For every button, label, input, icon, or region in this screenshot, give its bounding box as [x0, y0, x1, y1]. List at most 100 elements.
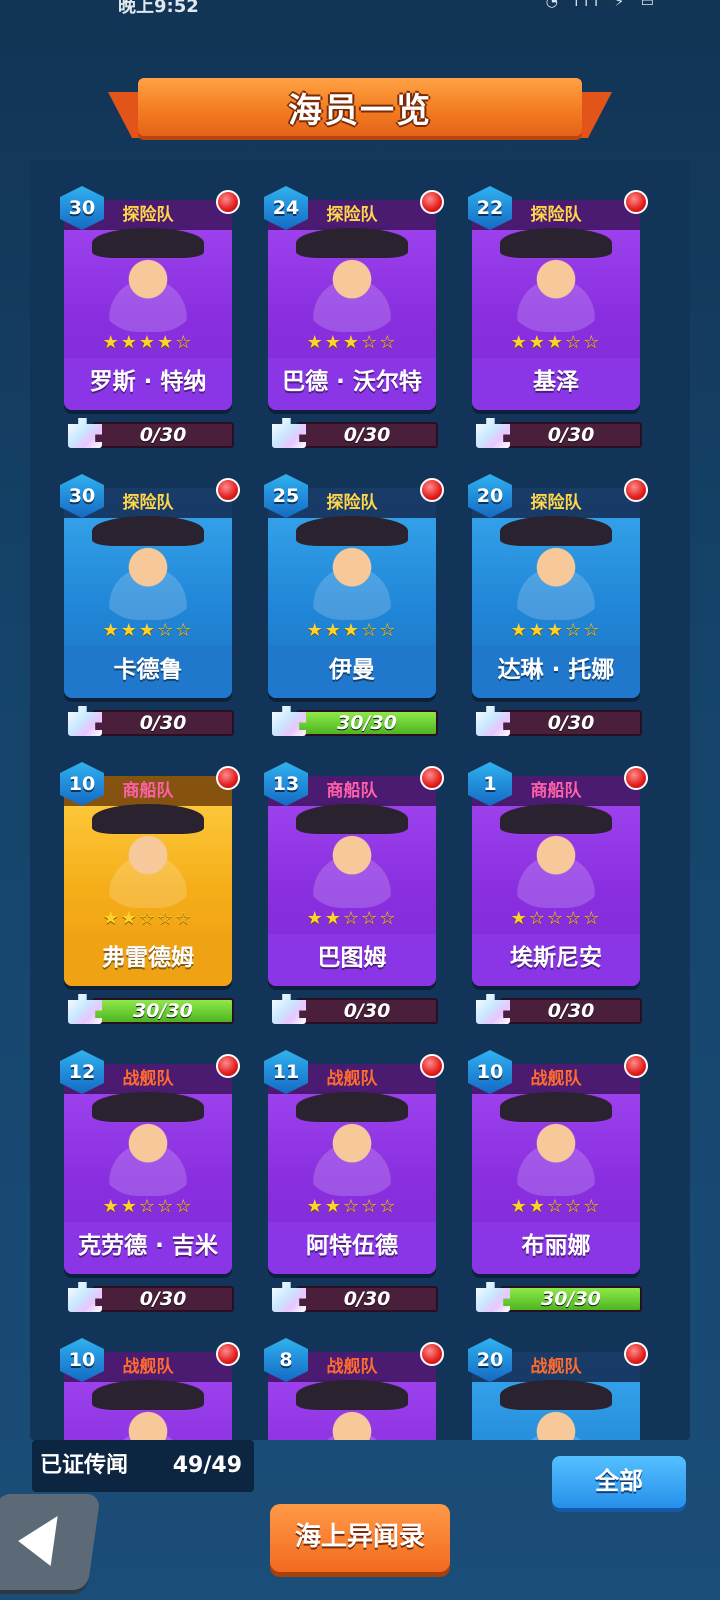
name-bar: 罗斯 · 特纳	[64, 358, 232, 410]
crew-card[interactable]: 探险队 ★★★☆☆ 达琳 · 托娜 20 0/30	[468, 474, 648, 736]
crew-hat	[92, 228, 204, 258]
progress-bar: 0/30	[92, 1286, 234, 1312]
star-rating: ★★★☆☆	[102, 620, 194, 641]
star-rating: ★★★☆☆	[306, 620, 398, 641]
notification-dot-icon	[420, 190, 444, 214]
crew-name: 布丽娜	[521, 1233, 591, 1259]
star-rating: ★★☆☆☆	[306, 1196, 398, 1217]
crew-card[interactable]: 战舰队 10	[60, 1338, 240, 1440]
crew-list-panel[interactable]: 探险队 ★★★★☆ 罗斯 · 特纳 30 0/30 探险队 ★★★☆☆ 巴德 · 沃尔特 24 0…	[30, 160, 690, 1440]
crew-hat	[500, 228, 612, 258]
progress-count: 0/30	[343, 1288, 391, 1310]
progress-bar: 0/30	[296, 422, 438, 448]
crew-name: 埃斯尼安	[510, 945, 602, 971]
star-rating: ★★★☆☆	[510, 620, 602, 641]
notification-dot-icon	[216, 478, 240, 502]
fragment-progress: 0/30	[68, 418, 234, 448]
crew-card[interactable]: 战舰队 ★★☆☆☆ 阿特伍德 11 0/30	[264, 1050, 444, 1312]
progress-bar: 0/30	[296, 998, 438, 1024]
crew-card[interactable]: 战舰队 ★★☆☆☆ 克劳德 · 吉米 12 0/30	[60, 1050, 240, 1312]
crew-card[interactable]: 战舰队 8	[264, 1338, 444, 1440]
back-button[interactable]	[0, 1494, 101, 1590]
notification-dot-icon	[216, 1342, 240, 1366]
crew-card[interactable]: 探险队 ★★★☆☆ 基泽 22 0/30	[468, 186, 648, 448]
name-bar: 基泽	[472, 358, 640, 410]
name-bar: 巴图姆	[268, 934, 436, 986]
crew-hat	[500, 1380, 612, 1410]
notification-dot-icon	[216, 766, 240, 790]
star-rating: ★★★☆☆	[306, 332, 398, 353]
progress-bar: 0/30	[500, 998, 642, 1024]
crew-card[interactable]: 商船队 ★★☆☆☆ 巴图姆 13 0/30	[264, 762, 444, 1024]
fragment-progress: 0/30	[476, 706, 642, 736]
crew-card-frame: 商船队 ★★☆☆☆ 巴图姆	[268, 776, 436, 986]
crew-card[interactable]: 战舰队 ★★☆☆☆ 布丽娜 10 30/30	[468, 1050, 648, 1312]
notification-dot-icon	[624, 190, 648, 214]
progress-count: 0/30	[547, 424, 595, 446]
crew-hat	[296, 228, 408, 258]
crew-hat	[92, 1380, 204, 1410]
progress-bar: 30/30	[92, 998, 234, 1024]
progress-bar: 0/30	[92, 710, 234, 736]
page-title: 海员一览	[288, 90, 432, 131]
progress-count: 0/30	[139, 712, 187, 734]
crew-card[interactable]: 探险队 ★★★☆☆ 卡德鲁 30 0/30	[60, 474, 240, 736]
proven-rumors-counter: 已证传闻 49/49	[32, 1440, 254, 1492]
crew-card[interactable]: 探险队 ★★★☆☆ 伊曼 25 30/30	[264, 474, 444, 736]
name-bar: 克劳德 · 吉米	[64, 1222, 232, 1274]
crew-hat	[92, 804, 204, 834]
crew-name: 弗雷德姆	[102, 945, 194, 971]
crew-hat	[500, 804, 612, 834]
notification-dot-icon	[624, 1342, 648, 1366]
name-bar: 弗雷德姆	[64, 934, 232, 986]
fragment-progress: 0/30	[68, 1282, 234, 1312]
title-banner: 海员一览	[108, 78, 612, 148]
progress-bar: 0/30	[500, 422, 642, 448]
sea-chronicle-button[interactable]: 海上异闻录	[270, 1504, 450, 1572]
star-rating: ★★☆☆☆	[306, 908, 398, 929]
status-bar: 晚上9:52 ◔ ıll ⚡ ▭	[0, 0, 720, 20]
crew-name: 巴图姆	[317, 945, 387, 971]
crew-card-frame: 战舰队 ★★☆☆☆ 布丽娜	[472, 1064, 640, 1274]
crew-card-frame: 战舰队 ★★☆☆☆ 克劳德 · 吉米	[64, 1064, 232, 1274]
progress-count: 30/30	[541, 1288, 601, 1310]
progress-count: 0/30	[547, 712, 595, 734]
name-bar: 巴德 · 沃尔特	[268, 358, 436, 410]
filter-all-button[interactable]: 全部	[552, 1456, 686, 1508]
crew-hat	[296, 516, 408, 546]
crew-card[interactable]: 战舰队 20	[468, 1338, 648, 1440]
progress-count: 30/30	[337, 712, 397, 734]
crew-card-frame: 战舰队 ★★☆☆☆ 阿特伍德	[268, 1064, 436, 1274]
crew-card[interactable]: 探险队 ★★★☆☆ 巴德 · 沃尔特 24 0/30	[264, 186, 444, 448]
crew-hat	[92, 1092, 204, 1122]
crew-name: 基泽	[533, 369, 579, 395]
crew-card-frame: 商船队 ★☆☆☆☆ 埃斯尼安	[472, 776, 640, 986]
progress-bar: 30/30	[500, 1286, 642, 1312]
crew-card-frame: 探险队 ★★★☆☆ 巴德 · 沃尔特	[268, 200, 436, 410]
crew-card-frame: 商船队 ★★☆☆☆ 弗雷德姆	[64, 776, 232, 986]
fragment-progress: 30/30	[68, 994, 234, 1024]
crew-hat	[296, 1092, 408, 1122]
name-bar: 达琳 · 托娜	[472, 646, 640, 698]
name-bar: 卡德鲁	[64, 646, 232, 698]
progress-bar: 30/30	[296, 710, 438, 736]
notification-dot-icon	[216, 190, 240, 214]
fragment-progress: 30/30	[272, 706, 438, 736]
crew-card[interactable]: 商船队 ★☆☆☆☆ 埃斯尼安 1 0/30	[468, 762, 648, 1024]
star-rating: ★☆☆☆☆	[510, 908, 602, 929]
star-rating: ★★☆☆☆	[102, 1196, 194, 1217]
status-icons: ◔ ıll ⚡ ▭	[545, 0, 660, 10]
crew-card[interactable]: 探险队 ★★★★☆ 罗斯 · 特纳 30 0/30	[60, 186, 240, 448]
star-rating: ★★★☆☆	[510, 332, 602, 353]
crew-card[interactable]: 商船队 ★★☆☆☆ 弗雷德姆 10 30/30	[60, 762, 240, 1024]
progress-count: 0/30	[139, 1288, 187, 1310]
crew-hat	[296, 1380, 408, 1410]
crew-name: 罗斯 · 特纳	[89, 369, 207, 395]
proven-value: 49/49	[172, 1453, 242, 1478]
notification-dot-icon	[420, 1342, 444, 1366]
progress-count: 0/30	[343, 1000, 391, 1022]
fragment-progress: 30/30	[476, 1282, 642, 1312]
crew-name: 伊曼	[329, 657, 375, 683]
progress-count: 0/30	[547, 1000, 595, 1022]
crew-hat	[500, 1092, 612, 1122]
